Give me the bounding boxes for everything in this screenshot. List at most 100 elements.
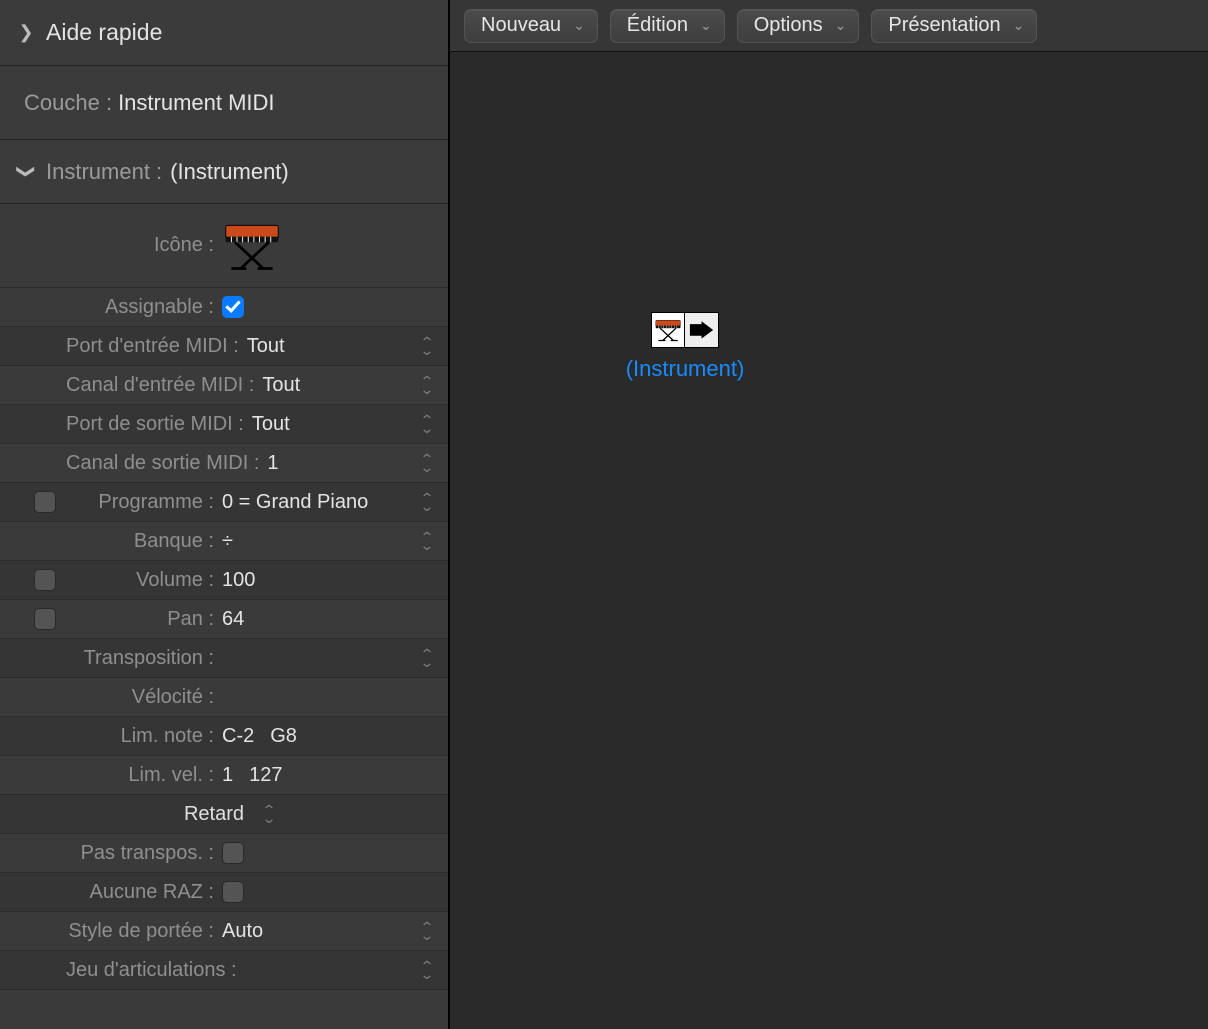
bank-label: Banque : <box>66 530 222 553</box>
transpose-label: Transposition : <box>66 647 222 670</box>
quick-help-header[interactable]: ❯ Aide rapide <box>0 0 448 66</box>
icon-row[interactable]: Icône : <box>0 204 448 288</box>
midi-in-chan-row: Canal d'entrée MIDI : Tout <box>0 366 448 405</box>
stepper-icon[interactable] <box>256 806 282 823</box>
no-reset-label: Aucune RAZ : <box>66 881 222 904</box>
no-reset-checkbox[interactable] <box>222 881 244 903</box>
quick-help-title: Aide rapide <box>46 19 162 46</box>
midi-in-chan-value[interactable]: Tout <box>262 374 300 397</box>
no-reset-row: Aucune RAZ : <box>0 873 448 912</box>
staff-style-value[interactable]: Auto <box>222 920 263 943</box>
output-port-icon <box>687 315 716 345</box>
velocity-row: Vélocité : <box>0 678 448 717</box>
instrument-node-label[interactable]: (Instrument) <box>585 356 785 382</box>
midi-in-port-value[interactable]: Tout <box>247 335 285 358</box>
options-menu-button[interactable]: Options ⌄ <box>737 9 860 43</box>
midi-out-port-label: Port de sortie MIDI : <box>66 413 252 436</box>
edit-menu-label: Édition <box>627 14 688 37</box>
no-transpose-label: Pas transpos. : <box>66 842 222 865</box>
environment-main: Nouveau ⌄ Édition ⌄ Options ⌄ Présentati… <box>450 0 1208 1029</box>
volume-enable-checkbox[interactable] <box>34 569 56 591</box>
environment-window: ❯ Aide rapide Couche : Instrument MIDI ❯… <box>0 0 1208 1029</box>
pan-row: Pan : 64 <box>0 600 448 639</box>
program-value[interactable]: 0 = Grand Piano <box>222 491 368 514</box>
midi-out-port-row: Port de sortie MIDI : Tout <box>0 405 448 444</box>
midi-in-port-label: Port d'entrée MIDI : <box>66 335 247 358</box>
articulation-set-row: Jeu d'articulations : <box>0 951 448 990</box>
articulation-set-label: Jeu d'articulations : <box>66 959 245 982</box>
vel-limit-high[interactable]: 127 <box>249 764 282 787</box>
note-limit-low[interactable]: C-2 <box>222 725 254 748</box>
pan-value[interactable]: 64 <box>222 608 244 631</box>
instrument-label: Instrument : <box>46 159 162 185</box>
environment-canvas[interactable]: (Instrument) <box>450 52 1208 1029</box>
synth-icon <box>222 216 282 276</box>
pan-label: Pan : <box>66 608 222 631</box>
stepper-icon[interactable] <box>414 533 440 550</box>
property-list: Icône : Assignable : Port d'entrée MIDI … <box>0 204 448 1029</box>
volume-row: Volume : 100 <box>0 561 448 600</box>
vel-limit-low[interactable]: 1 <box>222 764 233 787</box>
stepper-icon[interactable] <box>414 962 440 979</box>
staff-style-label: Style de portée : <box>66 920 222 943</box>
chevron-right-icon: ❯ <box>14 22 38 43</box>
chevron-down-icon: ❯ <box>16 160 37 184</box>
assignable-label: Assignable : <box>66 296 222 319</box>
environment-toolbar: Nouveau ⌄ Édition ⌄ Options ⌄ Présentati… <box>450 0 1208 52</box>
stepper-icon[interactable] <box>414 455 440 472</box>
program-enable-checkbox[interactable] <box>34 491 56 513</box>
view-menu-label: Présentation <box>888 14 1000 37</box>
inspector-sidebar: ❯ Aide rapide Couche : Instrument MIDI ❯… <box>0 0 450 1029</box>
no-transpose-checkbox[interactable] <box>222 842 244 864</box>
volume-value[interactable]: 100 <box>222 569 255 592</box>
midi-out-chan-label: Canal de sortie MIDI : <box>66 452 267 475</box>
staff-style-row: Style de portée : Auto <box>0 912 448 951</box>
velocity-label: Vélocité : <box>66 686 222 709</box>
assignable-checkbox[interactable] <box>222 296 244 318</box>
transpose-row: Transposition : <box>0 639 448 678</box>
program-row: Programme : 0 = Grand Piano <box>0 483 448 522</box>
program-label: Programme : <box>66 491 222 514</box>
note-limit-high[interactable]: G8 <box>270 725 297 748</box>
layer-label: Couche : <box>24 90 112 116</box>
stepper-icon[interactable] <box>414 650 440 667</box>
chevron-down-icon: ⌄ <box>835 17 847 34</box>
midi-out-chan-row: Canal de sortie MIDI : 1 <box>0 444 448 483</box>
view-menu-button[interactable]: Présentation ⌄ <box>871 9 1037 43</box>
new-menu-button[interactable]: Nouveau ⌄ <box>464 9 598 43</box>
layer-value: Instrument MIDI <box>118 90 274 116</box>
note-limit-row: Lim. note : C-2 G8 <box>0 717 448 756</box>
vel-limit-label: Lim. vel. : <box>66 764 222 787</box>
no-transpose-row: Pas transpos. : <box>0 834 448 873</box>
instrument-node[interactable]: (Instrument) <box>585 312 785 382</box>
delay-label: Retard <box>66 803 252 826</box>
midi-out-port-value[interactable]: Tout <box>252 413 290 436</box>
bank-value[interactable]: ÷ <box>222 530 233 553</box>
stepper-icon[interactable] <box>414 494 440 511</box>
midi-in-chan-label: Canal d'entrée MIDI : <box>66 374 262 397</box>
pan-enable-checkbox[interactable] <box>34 608 56 630</box>
options-menu-label: Options <box>754 14 823 37</box>
instrument-header[interactable]: ❯ Instrument : (Instrument) <box>0 140 448 204</box>
bank-row: Banque : ÷ <box>0 522 448 561</box>
stepper-icon[interactable] <box>414 338 440 355</box>
volume-label: Volume : <box>66 569 222 592</box>
instrument-value: (Instrument) <box>170 159 289 185</box>
chevron-down-icon: ⌄ <box>573 17 585 34</box>
layer-row[interactable]: Couche : Instrument MIDI <box>0 66 448 140</box>
new-menu-label: Nouveau <box>481 14 561 37</box>
chevron-down-icon: ⌄ <box>700 17 712 34</box>
assignable-row: Assignable : <box>0 288 448 327</box>
delay-row[interactable]: Retard <box>0 795 448 834</box>
note-limit-label: Lim. note : <box>66 725 222 748</box>
stepper-icon[interactable] <box>414 416 440 433</box>
vel-limit-row: Lim. vel. : 1 127 <box>0 756 448 795</box>
midi-out-chan-value[interactable]: 1 <box>267 452 278 475</box>
stepper-icon[interactable] <box>414 377 440 394</box>
edit-menu-button[interactable]: Édition ⌄ <box>610 9 725 43</box>
icon-label: Icône : <box>66 234 222 257</box>
instrument-node-icon <box>651 312 719 348</box>
midi-in-port-row: Port d'entrée MIDI : Tout <box>0 327 448 366</box>
chevron-down-icon: ⌄ <box>1013 17 1025 34</box>
stepper-icon[interactable] <box>414 923 440 940</box>
